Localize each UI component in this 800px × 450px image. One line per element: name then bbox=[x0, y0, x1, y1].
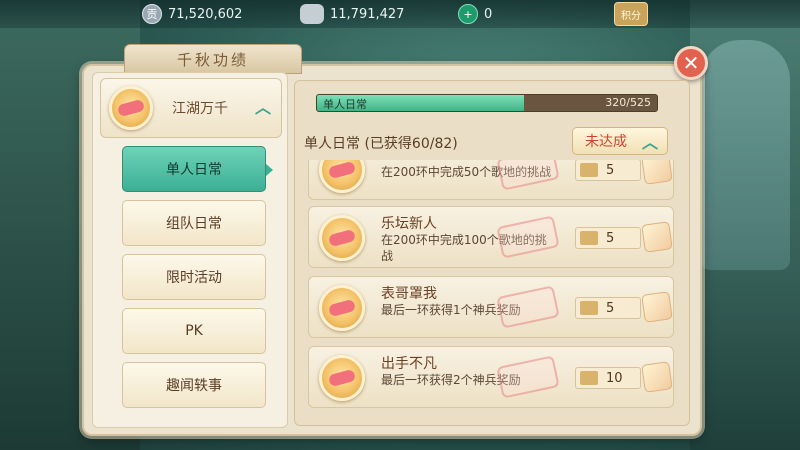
nav-team-daily[interactable]: 组队日常 bbox=[122, 200, 266, 246]
medal-icon bbox=[109, 86, 153, 130]
scroll-icon bbox=[580, 163, 598, 177]
achievement-name: 表哥罩我 bbox=[381, 286, 437, 302]
reward-box: 5 bbox=[575, 227, 641, 249]
gong-value: 71,520,602 bbox=[168, 6, 243, 22]
close-button[interactable]: ✕ bbox=[674, 46, 708, 80]
nav-single-daily[interactable]: 单人日常 bbox=[122, 146, 266, 192]
jade-value: 0 bbox=[484, 6, 493, 22]
scroll-icon bbox=[580, 371, 598, 385]
chevron-up-icon[interactable]: ︿ bbox=[252, 98, 274, 117]
medal-icon bbox=[319, 355, 365, 401]
reward-value: 5 bbox=[606, 231, 615, 246]
scroll-icon bbox=[580, 231, 598, 245]
active-nav-arrow-icon bbox=[266, 164, 273, 176]
gift-icon[interactable] bbox=[641, 221, 673, 253]
jade-icon: + bbox=[458, 4, 478, 24]
achievement-name: 出手不凡 bbox=[381, 356, 437, 372]
gift-icon[interactable] bbox=[641, 160, 673, 185]
achievement-item: 乐坛新人 在200环中完成100个歌地的挑战 5 bbox=[308, 206, 674, 268]
nav-pk[interactable]: PK bbox=[122, 308, 266, 354]
incomplete-stamp-icon bbox=[496, 355, 560, 399]
scroll-icon bbox=[580, 301, 598, 315]
gong-icon: 贡 bbox=[142, 4, 162, 24]
reward-box: 5 bbox=[575, 297, 641, 319]
gong-resource: 贡 71,520,602 bbox=[142, 3, 242, 25]
reward-value: 10 bbox=[606, 371, 623, 386]
chevron-up-icon: ︿ bbox=[641, 133, 658, 152]
achievement-item: 出手不凡 最后一环获得2个神兵奖励 10 bbox=[308, 346, 674, 408]
reward-box: 5 bbox=[575, 160, 641, 181]
progress-label: 单人日常 bbox=[323, 98, 367, 111]
background-stone-tablet bbox=[700, 40, 790, 270]
status-filter-label: 未达成 bbox=[585, 134, 627, 150]
status-filter-button[interactable]: 未达成 ︿ bbox=[572, 127, 668, 155]
medal-icon bbox=[319, 285, 365, 331]
silver-value: 11,791,427 bbox=[330, 6, 405, 22]
reward-value: 5 bbox=[606, 163, 615, 178]
gift-icon[interactable] bbox=[641, 291, 673, 323]
nav-limited-event[interactable]: 限时活动 bbox=[122, 254, 266, 300]
medal-icon bbox=[319, 160, 365, 193]
incomplete-stamp-icon bbox=[496, 285, 560, 329]
section-title: 单人日常 (已获得60/82) bbox=[304, 136, 458, 152]
incomplete-stamp-icon bbox=[496, 160, 560, 191]
resource-bar: 贡 71,520,602 11,791,427 + 0 积分 bbox=[0, 0, 800, 28]
achievement-item: 表哥罩我 最后一环获得1个神兵奖励 5 bbox=[308, 276, 674, 338]
silver-ingot-icon bbox=[300, 4, 324, 24]
achievement-list[interactable]: 在200环中完成50个歌地的挑战 5 乐坛新人 在200环中完成100个歌地的挑… bbox=[300, 160, 684, 420]
jade-resource: + 0 bbox=[458, 3, 492, 25]
reward-value: 5 bbox=[606, 301, 615, 316]
jifen-button[interactable]: 积分 bbox=[614, 2, 648, 26]
category-progress-bar: 单人日常 320/525 bbox=[316, 94, 658, 112]
nav-anecdotes[interactable]: 趣闻轶事 bbox=[122, 362, 266, 408]
category-title: 江湖万千 bbox=[172, 101, 228, 117]
gift-icon[interactable] bbox=[641, 361, 673, 393]
medal-icon bbox=[319, 215, 365, 261]
panel-title: 千秋功绩 bbox=[124, 44, 302, 74]
achievement-name: 乐坛新人 bbox=[381, 216, 437, 232]
reward-box: 10 bbox=[575, 367, 641, 389]
progress-value: 320/525 bbox=[605, 96, 651, 109]
achievement-item: 在200环中完成50个歌地的挑战 5 bbox=[308, 160, 674, 200]
silver-resource: 11,791,427 bbox=[300, 3, 404, 25]
